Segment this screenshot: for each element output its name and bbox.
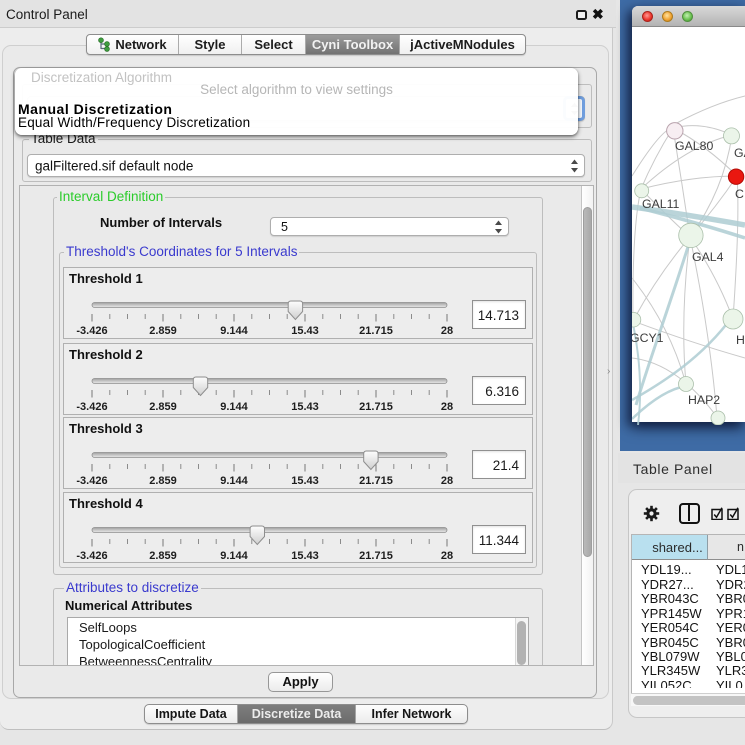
svg-text:H: H	[736, 333, 745, 347]
svg-text:2.859: 2.859	[149, 550, 177, 562]
svg-text:15.43: 15.43	[291, 401, 319, 413]
svg-text:21.715: 21.715	[359, 550, 393, 562]
svg-text:21.715: 21.715	[359, 401, 393, 413]
svg-text:15.43: 15.43	[291, 550, 319, 562]
svg-text:GA: GA	[734, 146, 745, 160]
svg-text:28: 28	[441, 325, 453, 337]
svg-text:GAL11: GAL11	[642, 197, 680, 211]
svg-text:GAL4: GAL4	[692, 250, 724, 264]
svg-text:9.144: 9.144	[220, 550, 248, 562]
svg-text:21.715: 21.715	[359, 325, 393, 337]
svg-text:-3.426: -3.426	[76, 550, 107, 562]
svg-text:9.144: 9.144	[220, 475, 248, 487]
svg-text:9.144: 9.144	[220, 401, 248, 413]
svg-text:21.715: 21.715	[359, 475, 393, 487]
svg-text:GAL80: GAL80	[675, 139, 713, 153]
svg-text:2.859: 2.859	[149, 475, 177, 487]
svg-text:9.144: 9.144	[220, 325, 248, 337]
svg-text:2.859: 2.859	[149, 325, 177, 337]
svg-text:GCY1: GCY1	[632, 331, 664, 345]
svg-text:28: 28	[441, 401, 453, 413]
svg-text:-3.426: -3.426	[76, 401, 107, 413]
svg-text:28: 28	[441, 475, 453, 487]
svg-text:28: 28	[441, 550, 453, 562]
svg-text:HAP2: HAP2	[688, 393, 720, 407]
svg-text:C: C	[735, 187, 744, 201]
svg-text:-3.426: -3.426	[76, 325, 107, 337]
svg-text:15.43: 15.43	[291, 475, 319, 487]
svg-text:-3.426: -3.426	[76, 475, 107, 487]
svg-text:15.43: 15.43	[291, 325, 319, 337]
svg-text:2.859: 2.859	[149, 401, 177, 413]
